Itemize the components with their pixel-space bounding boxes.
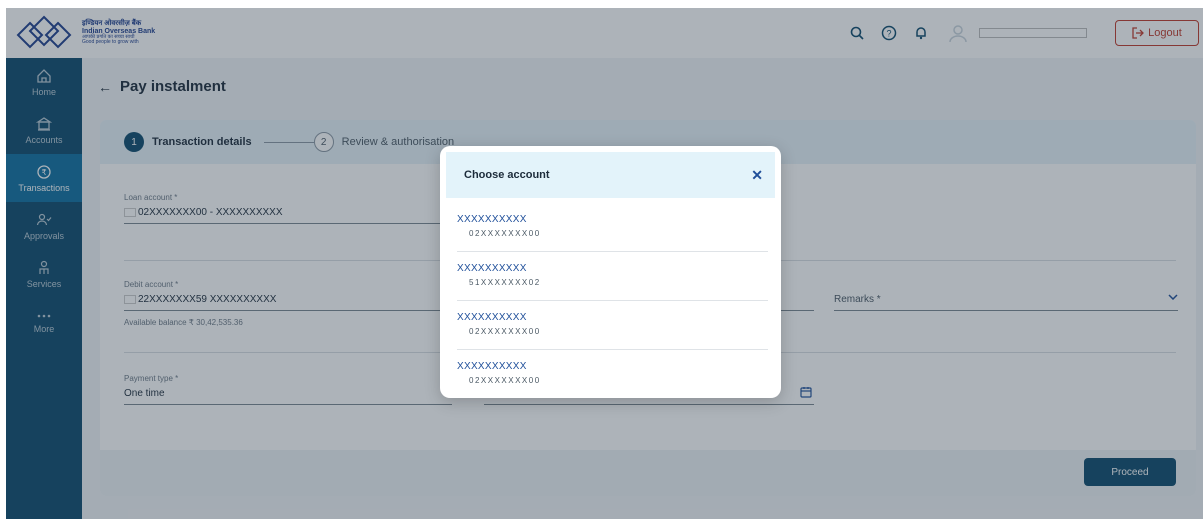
account-option[interactable]: XXXXXXXXXX 51XXXXXXX02 (457, 263, 768, 287)
modal-title: Choose account (464, 169, 550, 181)
choose-account-modal: Choose account ✕ XXXXXXXXXX 02XXXXXXX00 … (440, 146, 781, 398)
account-name: XXXXXXXXXX (457, 361, 527, 372)
account-option[interactable]: XXXXXXXXXX 02XXXXXXX00 (457, 361, 768, 385)
list-divider (457, 349, 768, 350)
modal-header: Choose account ✕ (446, 152, 775, 198)
account-number: 02XXXXXXX00 (469, 327, 541, 336)
account-name: XXXXXXXXXX (457, 312, 527, 323)
close-icon[interactable]: ✕ (751, 167, 763, 184)
account-number: 51XXXXXXX02 (469, 278, 541, 287)
account-number: 02XXXXXXX00 (469, 376, 541, 385)
account-name: XXXXXXXXXX (457, 263, 527, 274)
list-divider (457, 251, 768, 252)
account-number: 02XXXXXXX00 (469, 229, 541, 238)
account-option[interactable]: XXXXXXXXXX 02XXXXXXX00 (457, 214, 768, 238)
account-name: XXXXXXXXXX (457, 214, 527, 225)
account-option[interactable]: XXXXXXXXXX 02XXXXXXX00 (457, 312, 768, 336)
list-divider (457, 300, 768, 301)
